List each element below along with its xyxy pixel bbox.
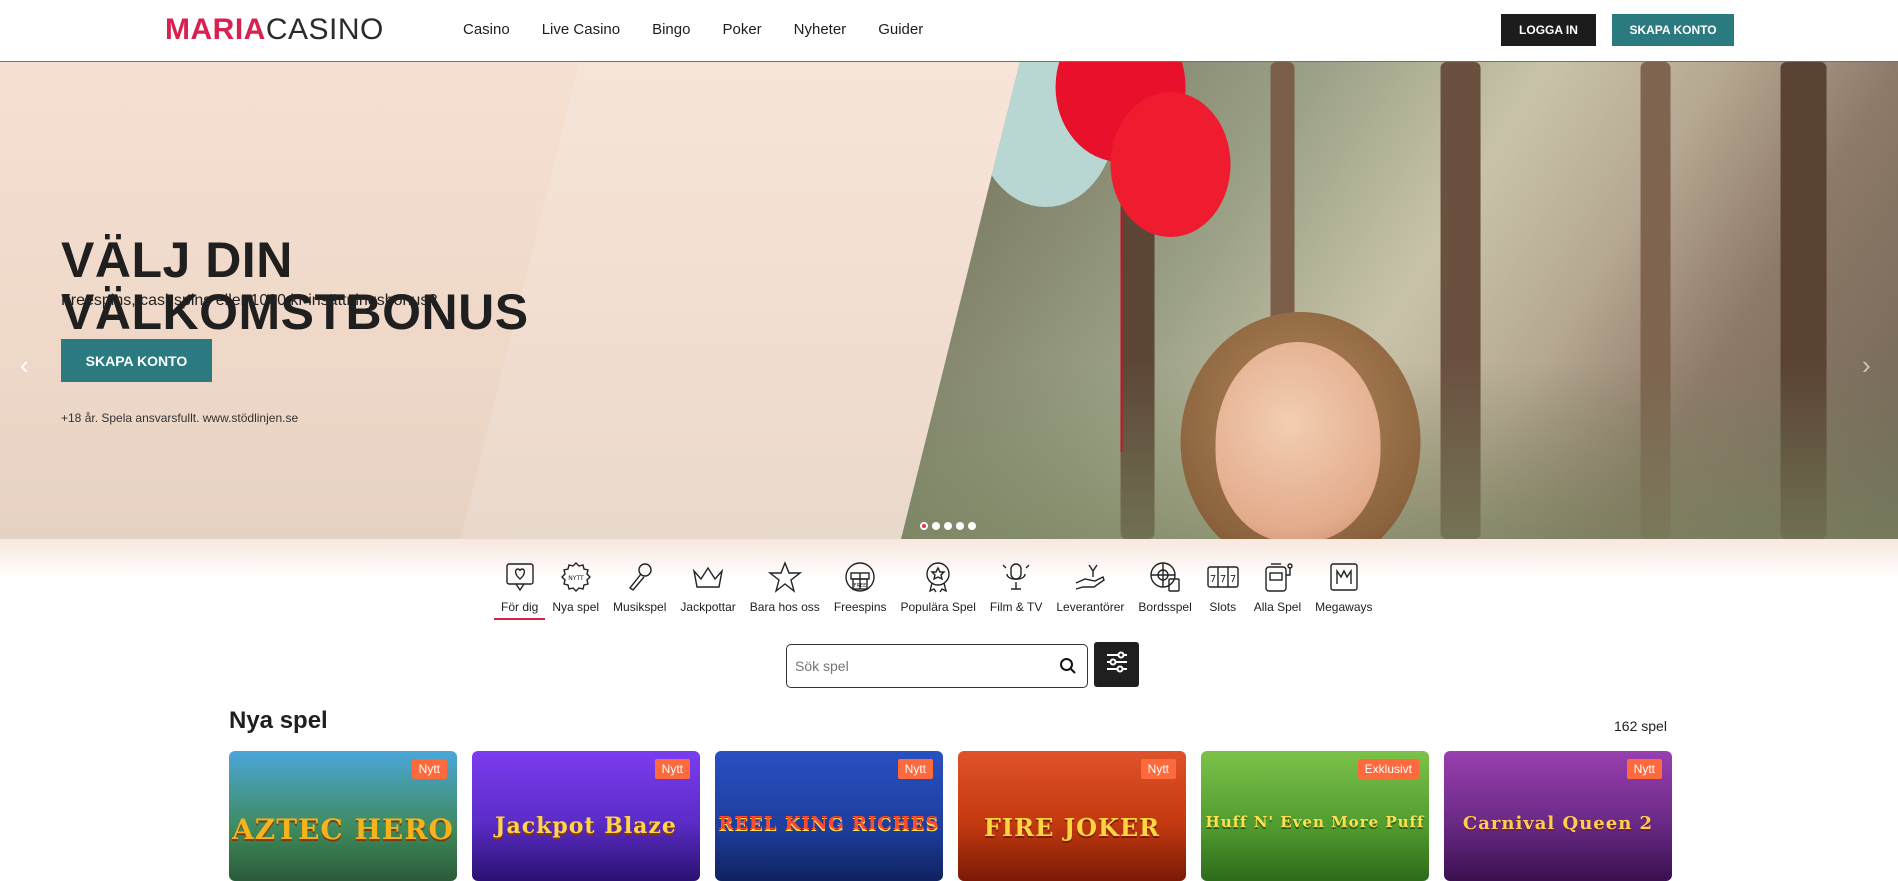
category-nav: För dig NYTT Nya spel Musikspel Jackpott… [494, 560, 1380, 620]
category-label: Nya spel [552, 600, 600, 614]
category-jackpottar[interactable]: Jackpottar [673, 560, 742, 614]
hero-image [901, 62, 1898, 539]
game-badge: Exklusivt [1357, 759, 1419, 779]
svg-text:NYTT: NYTT [568, 575, 584, 582]
carousel-dot[interactable] [968, 522, 976, 530]
hero-prev-arrow[interactable]: ‹ [20, 350, 29, 381]
carousel-dot[interactable] [944, 522, 952, 530]
game-badge: Nytt [411, 759, 447, 779]
nav-bingo[interactable]: Bingo [652, 20, 690, 40]
hero-subtitle: Freespins, cashspins eller 1000 kr insät… [61, 292, 438, 309]
category-label: Bordsspel [1138, 600, 1192, 614]
section-title: Nya spel [229, 707, 328, 734]
game-tile[interactable]: Nytt REEL KING RICHES [715, 751, 943, 881]
login-button[interactable]: LOGGA IN [1501, 14, 1596, 46]
free-gift-icon: FREE [843, 560, 877, 594]
signup-button[interactable]: SKAPA KONTO [1612, 14, 1734, 46]
game-title: Carnival Queen 2 [1462, 813, 1654, 834]
carousel-dot[interactable] [920, 522, 928, 530]
crown-icon [691, 560, 725, 594]
category-alla-spel[interactable]: Alla Spel [1247, 560, 1308, 614]
game-badge: Nytt [1140, 759, 1176, 779]
megaways-icon [1327, 560, 1361, 594]
game-tile[interactable]: Nytt Carnival Queen 2 [1444, 751, 1672, 881]
category-label: Bara hos oss [749, 600, 820, 614]
hero-banner: ‹ › VÄLJ DIN VÄLKOMSTBONUS Freespins, ca… [0, 62, 1898, 539]
category-label: Film & TV [989, 600, 1043, 614]
game-badge: Nytt [1626, 759, 1662, 779]
game-title: Jackpot Blaze [495, 813, 677, 839]
category-slots[interactable]: 777 Slots [1199, 560, 1247, 614]
hero-title: VÄLJ DIN VÄLKOMSTBONUS [61, 234, 529, 338]
nav-guider[interactable]: Guider [878, 20, 923, 40]
games-row: Nytt AZTEC HERO Nytt Jackpot Blaze Nytt … [229, 751, 1672, 881]
nav-nyheter[interactable]: Nyheter [794, 20, 847, 40]
hero-legal-text: +18 år. Spela ansvarsfullt. www.stödlinj… [61, 411, 299, 425]
svg-text:7: 7 [1210, 574, 1216, 585]
search-icon[interactable] [1059, 657, 1077, 680]
category-bara-hos-oss[interactable]: Bara hos oss [743, 560, 827, 614]
filter-button[interactable] [1094, 642, 1139, 687]
game-tile[interactable]: Exklusivt Huff N' Even More Puff [1201, 751, 1429, 881]
game-title: Huff N' Even More Puff [1205, 813, 1425, 831]
search-input[interactable] [795, 655, 1045, 677]
category-for-dig[interactable]: För dig [494, 560, 546, 620]
category-label: Populära Spel [900, 600, 976, 614]
film-mic-icon [999, 560, 1033, 594]
new-badge-icon: NYTT [559, 560, 593, 594]
svg-text:FREE: FREE [854, 583, 867, 589]
category-label: Leverantörer [1056, 600, 1125, 614]
carousel-dots [920, 522, 976, 530]
game-badge: Nytt [897, 759, 933, 779]
category-megaways[interactable]: Megaways [1308, 560, 1379, 614]
game-title: FIRE JOKER [983, 813, 1161, 842]
medal-icon [921, 560, 955, 594]
hero-next-arrow[interactable]: › [1862, 350, 1871, 381]
category-bordsspel[interactable]: Bordsspel [1131, 560, 1198, 614]
category-label: Slots [1209, 600, 1237, 614]
game-tile[interactable]: Nytt FIRE JOKER [958, 751, 1186, 881]
slot-machine-icon [1260, 560, 1294, 594]
logo[interactable]: MARIACASINO [165, 14, 384, 46]
svg-text:7: 7 [1230, 574, 1236, 585]
game-title: AZTEC HERO [232, 813, 454, 846]
hand-icon [1073, 560, 1107, 594]
category-label: Alla Spel [1253, 600, 1302, 614]
main-nav: Casino Live Casino Bingo Poker Nyheter G… [463, 20, 955, 40]
carousel-dot[interactable] [956, 522, 964, 530]
game-tile[interactable]: Nytt AZTEC HERO [229, 751, 457, 881]
sliders-icon [1105, 651, 1129, 678]
game-tile[interactable]: Nytt Jackpot Blaze [472, 751, 700, 881]
game-badge: Nytt [654, 759, 690, 779]
category-musikspel[interactable]: Musikspel [606, 560, 673, 614]
category-label: Freespins [833, 600, 887, 614]
category-film-tv[interactable]: Film & TV [983, 560, 1049, 614]
category-label: För dig [501, 600, 539, 614]
category-leverantorer[interactable]: Leverantörer [1049, 560, 1131, 614]
hero-title-line1: VÄLJ DIN [61, 232, 293, 288]
category-label: Megaways [1315, 600, 1373, 614]
category-label: Jackpottar [680, 600, 736, 614]
hero-signup-button[interactable]: SKAPA KONTO [61, 339, 212, 382]
category-label: Musikspel [613, 600, 667, 614]
svg-text:7: 7 [1220, 574, 1226, 585]
section-count[interactable]: 162 spel [1614, 718, 1667, 734]
nav-poker[interactable]: Poker [722, 20, 761, 40]
slots-777-icon: 777 [1206, 560, 1240, 594]
logo-casino: CASINO [265, 13, 384, 46]
game-title: REEL KING RICHES [718, 813, 940, 834]
microphone-icon [623, 560, 657, 594]
category-nya-spel[interactable]: NYTT Nya spel [545, 560, 606, 614]
carousel-dot[interactable] [932, 522, 940, 530]
game-search [786, 644, 1088, 688]
nav-live-casino[interactable]: Live Casino [542, 20, 620, 40]
heart-speech-icon [503, 560, 537, 594]
star-icon [767, 560, 802, 594]
site-header: MARIACASINO Casino Live Casino Bingo Pok… [0, 0, 1898, 62]
logo-maria: MARIA [165, 13, 266, 46]
category-freespins[interactable]: FREE Freespins [827, 560, 894, 614]
category-populara-spel[interactable]: Populära Spel [894, 560, 983, 614]
roulette-icon [1148, 560, 1182, 594]
nav-casino[interactable]: Casino [463, 20, 510, 40]
